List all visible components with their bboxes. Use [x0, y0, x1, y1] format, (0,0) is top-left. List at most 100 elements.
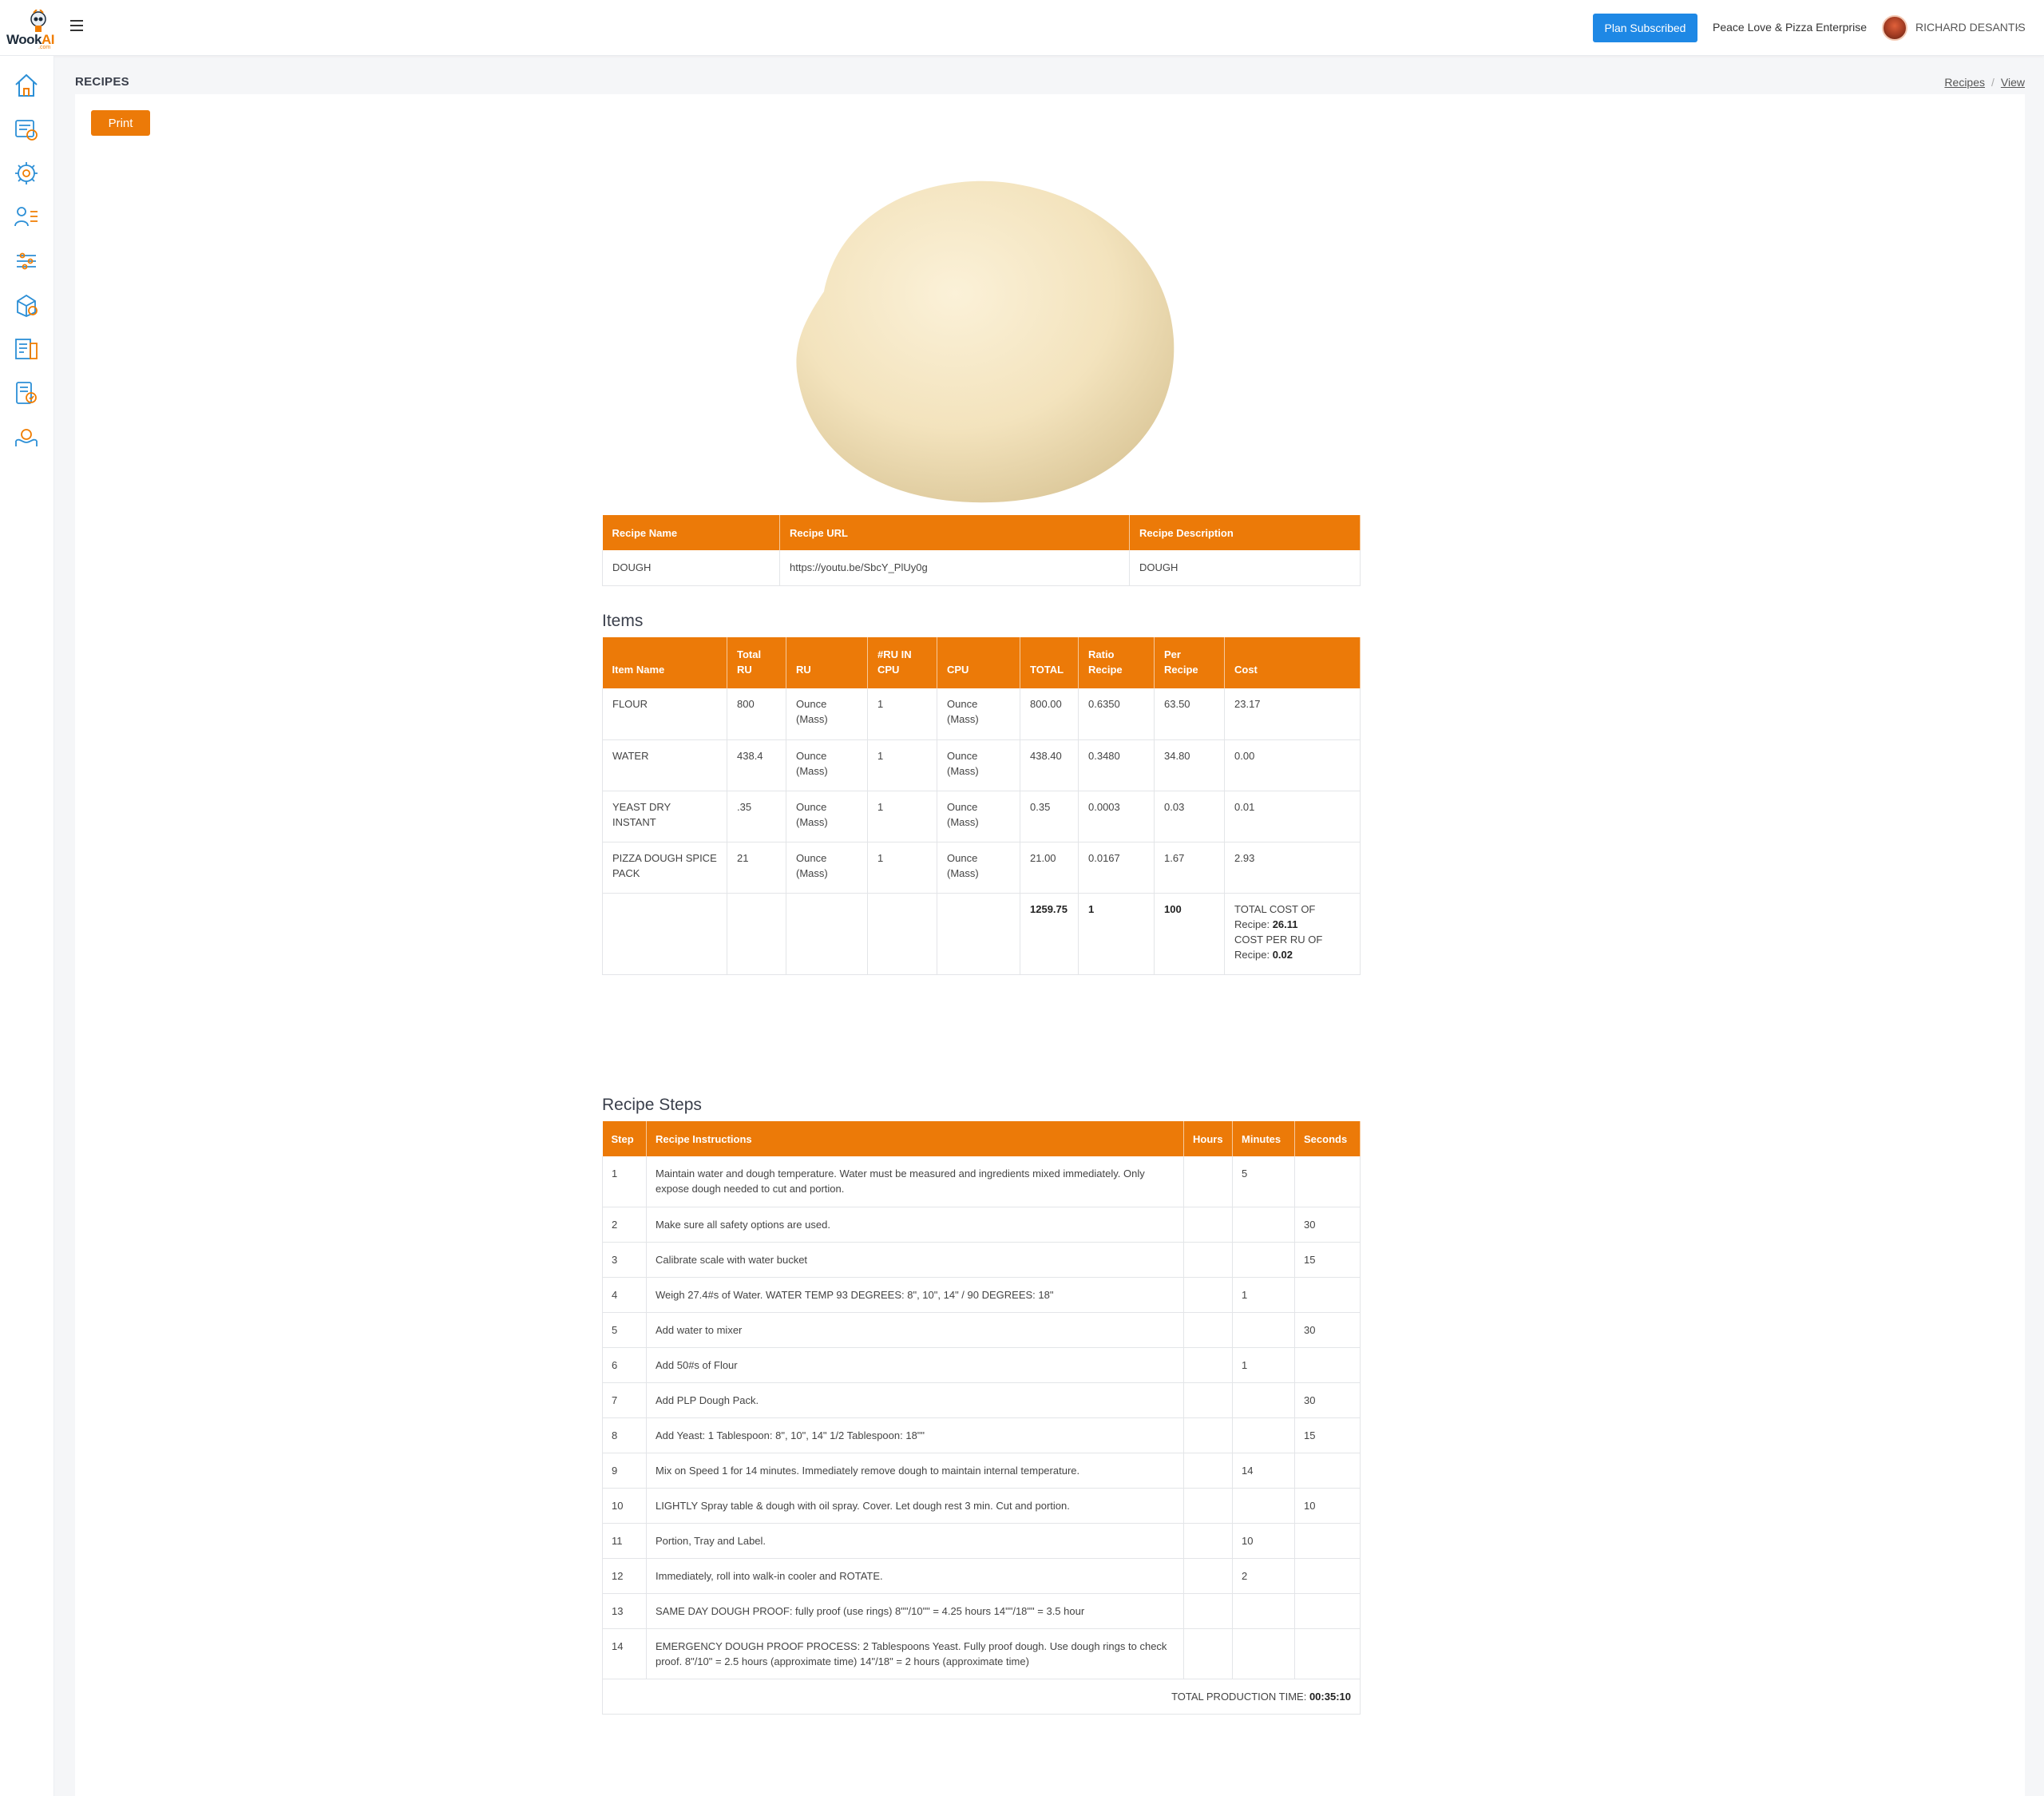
step-seconds: 30: [1294, 1312, 1361, 1348]
recipe-info-table: Recipe Name Recipe URL Recipe Descriptio…: [602, 515, 1361, 586]
table-row: 12 Immediately, roll into walk-in cooler…: [602, 1558, 1361, 1594]
step-instruction: Add Yeast: 1 Tablespoon: 8", 10", 14" 1/…: [646, 1417, 1184, 1453]
totals-row: 1259.75 1 100 TOTAL COST OF Recipe: 26.1…: [602, 893, 1361, 975]
step-instruction: EMERGENCY DOUGH PROOF PROCESS: 2 Tablesp…: [646, 1628, 1184, 1679]
step-instruction: Maintain water and dough temperature. Wa…: [646, 1156, 1184, 1207]
inventory-icon[interactable]: [13, 291, 40, 319]
print-button[interactable]: Print: [91, 110, 150, 136]
step-seconds: [1294, 1453, 1361, 1489]
sliders-icon[interactable]: [13, 248, 40, 275]
user-avatar[interactable]: [1882, 15, 1907, 41]
table-row: 5 Add water to mixer 30: [602, 1312, 1361, 1348]
table-row: 4 Weigh 27.4#s of Water. WATER TEMP 93 D…: [602, 1277, 1361, 1313]
item-cpu: Ounce (Mass): [937, 739, 1020, 791]
item-name: YEAST DRY INSTANT: [602, 791, 727, 842]
item-total-ru: 438.4: [727, 739, 786, 791]
home-icon[interactable]: [13, 72, 40, 99]
recipe-description: DOUGH: [1129, 550, 1361, 586]
sidebar: [0, 56, 54, 1796]
reports-icon[interactable]: [13, 335, 40, 363]
step-seconds: [1294, 1156, 1361, 1207]
step-number: 4: [602, 1277, 647, 1313]
step-number: 7: [602, 1382, 647, 1418]
step-seconds: [1294, 1558, 1361, 1594]
breadcrumb-separator: /: [1991, 76, 1994, 89]
item-name: PIZZA DOUGH SPICE PACK: [602, 842, 727, 894]
item-per-recipe: 0.03: [1154, 791, 1225, 842]
breadcrumb-recipes-link[interactable]: Recipes: [1944, 76, 1985, 89]
step-hours: [1183, 1242, 1233, 1278]
step-number: 3: [602, 1242, 647, 1278]
step-hours: [1183, 1488, 1233, 1524]
table-row: 8 Add Yeast: 1 Tablespoon: 8", 10", 14" …: [602, 1417, 1361, 1453]
item-cost: 2.93: [1224, 842, 1361, 894]
table-row: 2 Make sure all safety options are used.…: [602, 1207, 1361, 1243]
empty-cell: [786, 893, 868, 975]
step-hours: [1183, 1628, 1233, 1679]
item-name: FLOUR: [602, 688, 727, 740]
step-instruction: Add PLP Dough Pack.: [646, 1382, 1184, 1418]
per-recipe-total: 100: [1154, 893, 1225, 975]
item-ru: Ounce (Mass): [786, 688, 868, 740]
step-instruction: Weigh 27.4#s of Water. WATER TEMP 93 DEG…: [646, 1277, 1184, 1313]
step-hours: [1183, 1417, 1233, 1453]
step-minutes: 1: [1232, 1347, 1295, 1383]
item-cost: 0.01: [1224, 791, 1361, 842]
table-row: PIZZA DOUGH SPICE PACK 21 Ounce (Mass) 1…: [602, 842, 1361, 894]
step-minutes: 10: [1232, 1523, 1295, 1559]
chevron-down-icon[interactable]: ⌄: [2014, 21, 2021, 31]
table-row: 7 Add PLP Dough Pack. 30: [602, 1382, 1361, 1418]
step-number: 8: [602, 1417, 647, 1453]
table-row: 3 Calibrate scale with water bucket 15: [602, 1242, 1361, 1278]
orders-icon[interactable]: [13, 116, 40, 143]
table-row: 1 Maintain water and dough temperature. …: [602, 1156, 1361, 1207]
step-instruction: Mix on Speed 1 for 14 minutes. Immediate…: [646, 1453, 1184, 1489]
support-icon[interactable]: [13, 423, 40, 450]
table-row: 6 Add 50#s of Flour 1: [602, 1347, 1361, 1383]
step-minutes: [1232, 1628, 1295, 1679]
step-instruction: Calibrate scale with water bucket: [646, 1242, 1184, 1278]
brand-sub: .com: [38, 45, 51, 50]
menu-toggle-icon[interactable]: [70, 20, 83, 31]
settings-gear-icon[interactable]: [13, 160, 40, 187]
recipe-image: [796, 180, 1175, 503]
step-number: 10: [602, 1488, 647, 1524]
users-list-icon[interactable]: [13, 204, 40, 231]
table-row: FLOUR 800 Ounce (Mass) 1 Ounce (Mass) 80…: [602, 688, 1361, 740]
column-header: CPU: [937, 637, 1020, 688]
total-production-time-label: TOTAL PRODUCTION TIME:: [1171, 1690, 1307, 1703]
step-hours: [1183, 1277, 1233, 1313]
recipe-name: DOUGH: [602, 550, 780, 586]
column-header: Recipe Instructions: [646, 1121, 1184, 1156]
plan-subscribed-button[interactable]: Plan Subscribed: [1593, 14, 1697, 42]
step-number: 2: [602, 1207, 647, 1243]
step-minutes: [1232, 1312, 1295, 1348]
step-seconds: 15: [1294, 1242, 1361, 1278]
step-instruction: LIGHTLY Spray table & dough with oil spr…: [646, 1488, 1184, 1524]
table-header-row: Recipe Name Recipe URL Recipe Descriptio…: [602, 515, 1361, 550]
breadcrumb-view-link[interactable]: View: [2001, 76, 2025, 89]
column-header: Recipe Description: [1129, 515, 1361, 550]
step-instruction: Add water to mixer: [646, 1312, 1184, 1348]
step-hours: [1183, 1347, 1233, 1383]
recipes-icon[interactable]: [13, 379, 40, 406]
item-per-recipe: 34.80: [1154, 739, 1225, 791]
table-row: 9 Mix on Speed 1 for 14 minutes. Immedia…: [602, 1453, 1361, 1489]
items-heading: Items: [602, 612, 644, 630]
step-seconds: 30: [1294, 1207, 1361, 1243]
table-row: 14 EMERGENCY DOUGH PROOF PROCESS: 2 Tabl…: [602, 1628, 1361, 1679]
empty-cell: [727, 893, 786, 975]
table-row: 10 LIGHTLY Spray table & dough with oil …: [602, 1488, 1361, 1524]
company-name[interactable]: Peace Love & Pizza Enterprise: [1713, 21, 1867, 34]
item-ratio: 0.6350: [1078, 688, 1155, 740]
column-header: Cost: [1224, 637, 1361, 688]
recipe-view-card: Print Recipe Name Recipe URL Recipe Desc…: [75, 94, 2025, 1796]
step-minutes: [1232, 1488, 1295, 1524]
page-title: RECIPES: [75, 75, 129, 89]
user-menu-name[interactable]: RICHARD DESANTIS: [1915, 21, 2026, 34]
items-table: Item Name Total RU RU #RU IN CPU CPU TOT…: [602, 637, 1361, 975]
item-name: WATER: [602, 739, 727, 791]
column-header: Hours: [1183, 1121, 1233, 1156]
column-header: Seconds: [1294, 1121, 1361, 1156]
item-ru-in-cpu: 1: [867, 791, 937, 842]
